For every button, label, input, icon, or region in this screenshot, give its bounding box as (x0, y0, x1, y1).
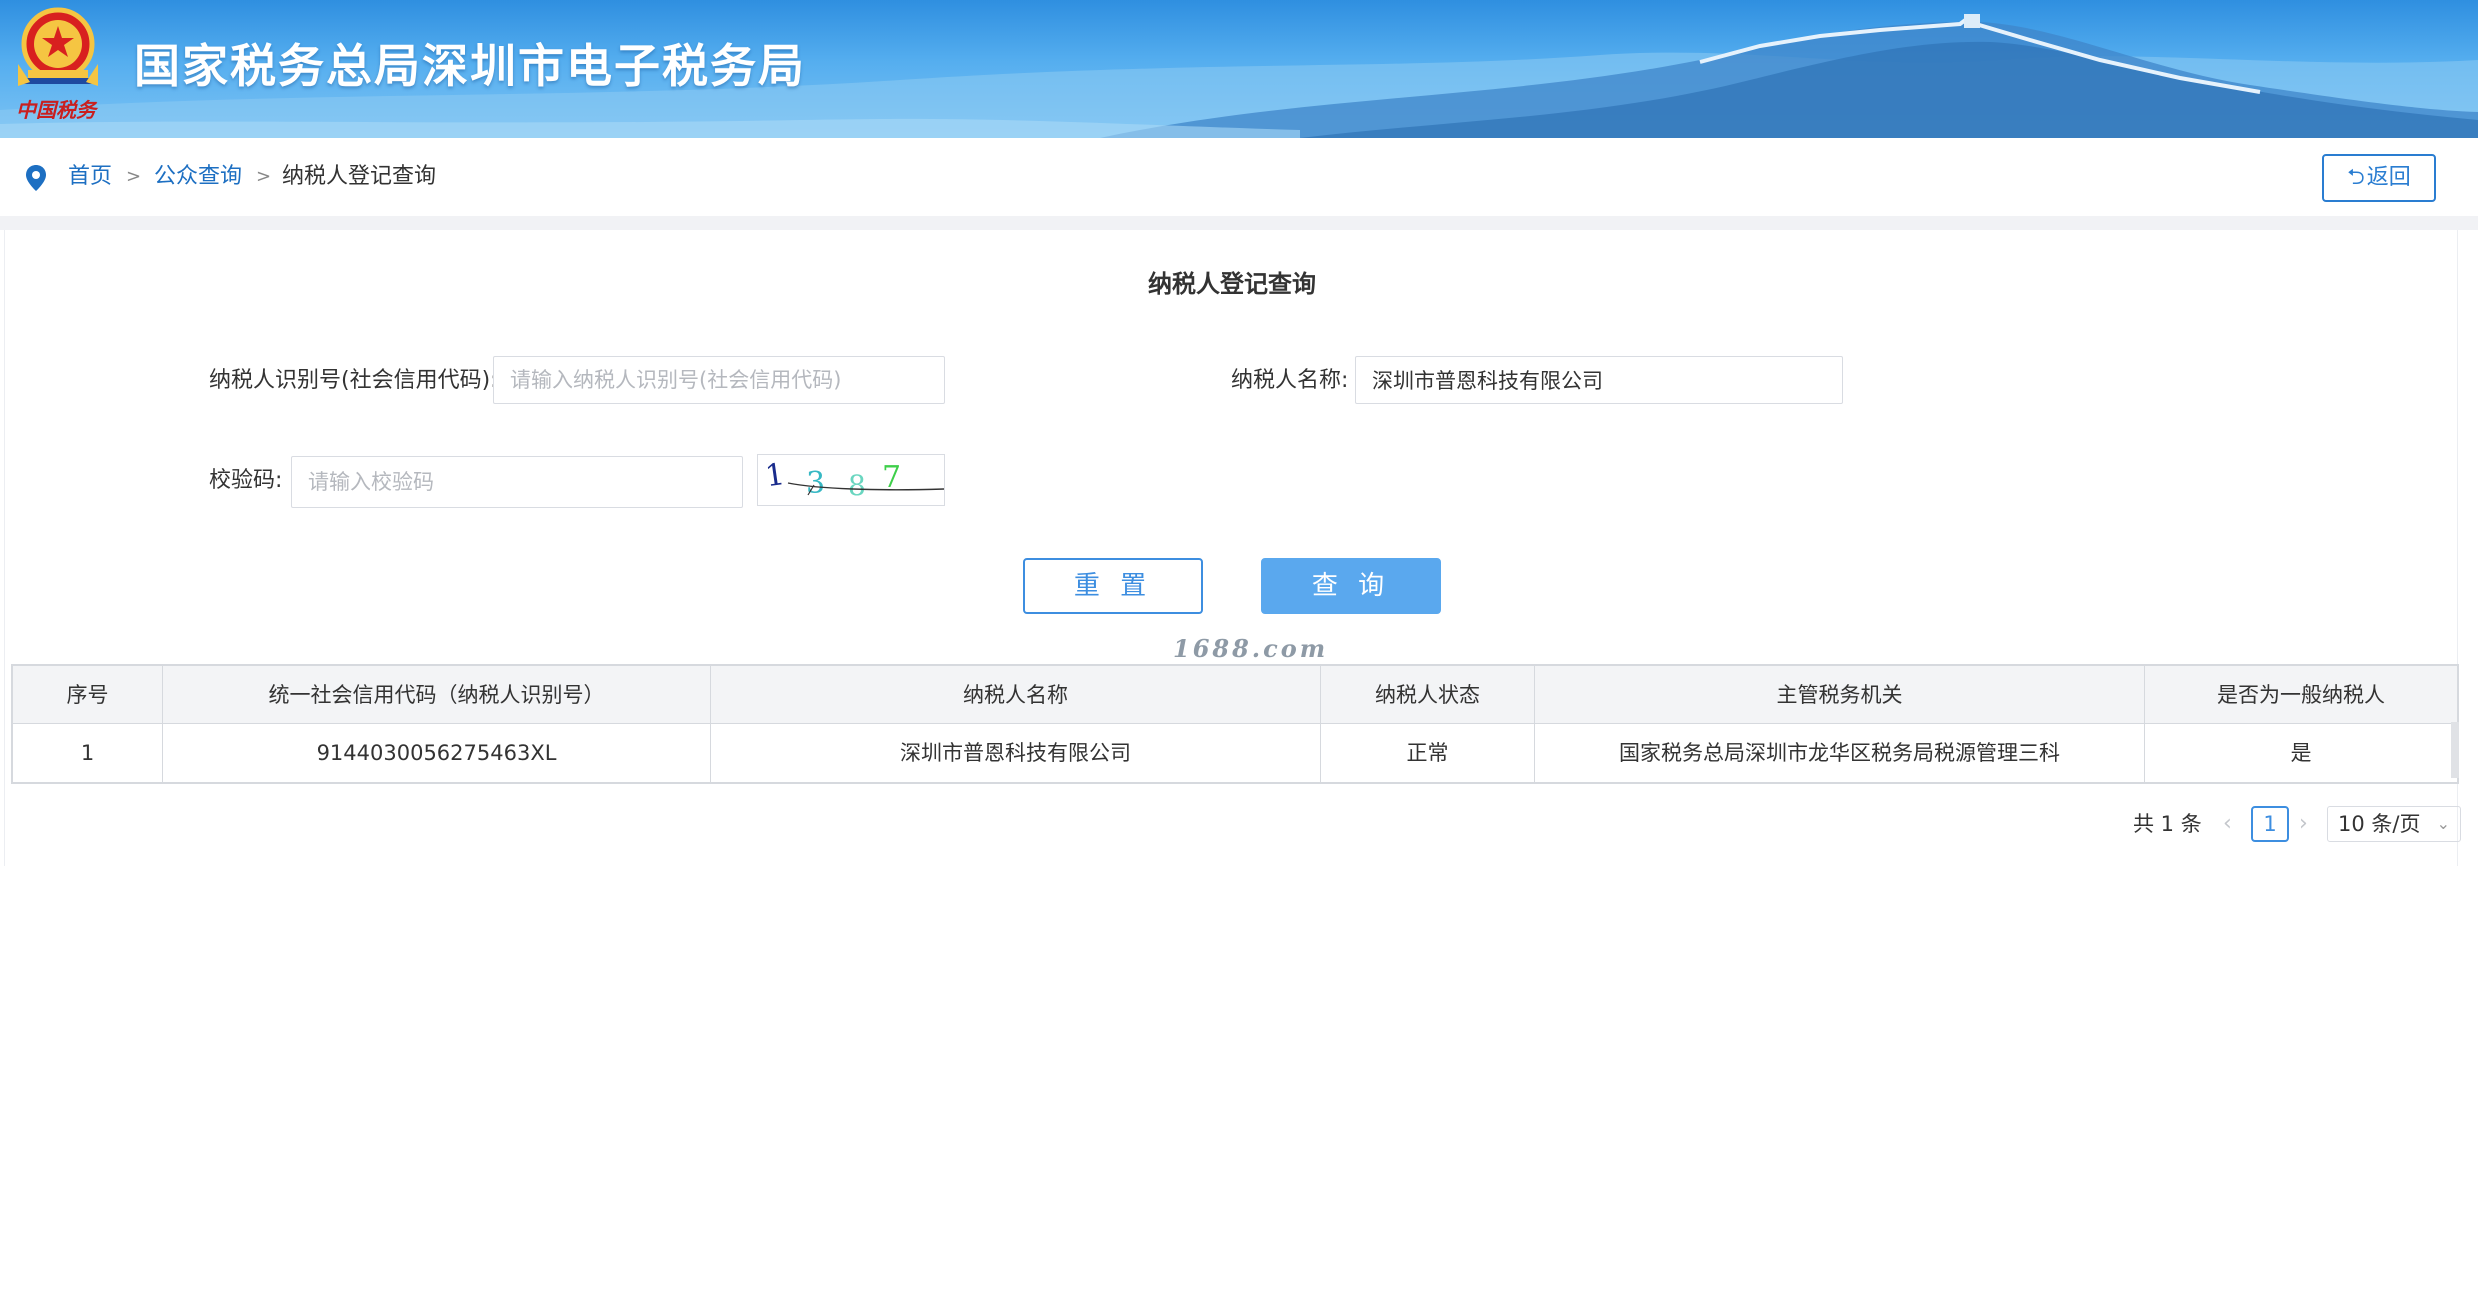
taxpayer-name-label: 纳税人名称: (1231, 368, 1349, 393)
page-size-select[interactable]: 10 条/页 ⌄ (2327, 806, 2461, 842)
table-row[interactable]: 1 9144030056275463XL 深圳市普恩科技有限公司 正常 国家税务… (13, 724, 2457, 782)
breadcrumb: 首页 > 公众查询 > 纳税人登记查询 ⮌返回 (0, 138, 2478, 216)
cell-tax-authority: 国家税务总局深圳市龙华区税务局税源管理三科 (1535, 724, 2145, 782)
page-title: 纳税人登记查询 (1148, 270, 1316, 298)
column-header-status: 纳税人状态 (1321, 666, 1535, 724)
column-header-taxpayer-name: 纳税人名称 (711, 666, 1321, 724)
column-header-credit-code: 统一社会信用代码（纳税人识别号） (163, 666, 711, 724)
breadcrumb-current: 纳税人登记查询 (282, 164, 437, 189)
section-divider (0, 216, 2478, 230)
results-table: 序号 统一社会信用代码（纳税人识别号） 纳税人名称 纳税人状态 主管税务机关 是… (11, 664, 2459, 784)
header-banner: 中国税务 国家税务总局深圳市电子税务局 (0, 0, 2478, 138)
taxpayer-id-label: 纳税人识别号(社会信用代码): (209, 368, 498, 393)
breadcrumb-public-query-link[interactable]: 公众查询 (154, 162, 242, 192)
svg-text:1: 1 (763, 457, 787, 494)
emblem-caption: 中国税务 (16, 98, 96, 122)
pagination-total: 共 1 条 (2133, 812, 2202, 836)
svg-text:8: 8 (848, 469, 866, 502)
taxpayer-id-input[interactable] (493, 356, 945, 404)
column-header-general-taxpayer: 是否为一般纳税人 (2145, 666, 2457, 724)
page-size-value: 10 条/页 (2338, 812, 2421, 836)
site-title: 国家税务总局深圳市电子税务局 (134, 39, 806, 93)
cell-index: 1 (13, 724, 163, 782)
reset-button[interactable]: 重 置 (1023, 558, 1203, 614)
cell-taxpayer-name: 深圳市普恩科技有限公司 (711, 724, 1321, 782)
taxpayer-name-input[interactable] (1355, 356, 1843, 404)
column-header-index: 序号 (13, 666, 163, 724)
table-scrollbar[interactable] (2451, 722, 2459, 778)
query-button[interactable]: 查 询 (1261, 558, 1441, 614)
chevron-left-icon[interactable]: ‹ (2223, 806, 2232, 842)
chevron-down-icon: ⌄ (2436, 814, 2450, 833)
watermark-text: 1688.com (1173, 634, 1329, 663)
undo-arrow-icon: ⮌ (2347, 165, 2365, 190)
chevron-right-icon[interactable]: › (2299, 806, 2308, 842)
cell-status: 正常 (1321, 724, 1535, 782)
back-button-label: 返回 (2366, 165, 2411, 190)
captcha-graphic: 1 3 8 7 (763, 457, 945, 502)
captcha-label: 校验码: (209, 468, 283, 493)
captcha-image[interactable]: 1 3 8 7 (757, 454, 945, 506)
breadcrumb-home-link[interactable]: 首页 (68, 162, 112, 192)
breadcrumb-separator: > (126, 166, 142, 187)
cell-credit-code: 9144030056275463XL (163, 724, 711, 782)
breadcrumb-separator: > (256, 166, 272, 187)
captcha-input[interactable] (291, 456, 743, 508)
location-pin-icon (26, 165, 46, 191)
svg-text:3: 3 (806, 466, 825, 501)
table-header-row: 序号 统一社会信用代码（纳税人识别号） 纳税人名称 纳税人状态 主管税务机关 是… (13, 666, 2457, 724)
back-button[interactable]: ⮌返回 (2322, 154, 2436, 202)
column-header-tax-authority: 主管税务机关 (1535, 666, 2145, 724)
pagination-page-button[interactable]: 1 (2251, 806, 2289, 842)
cell-general-taxpayer: 是 (2145, 724, 2457, 782)
query-panel: 纳税人登记查询 纳税人识别号(社会信用代码): 纳税人名称: 校验码: 1 3 … (4, 230, 2461, 866)
